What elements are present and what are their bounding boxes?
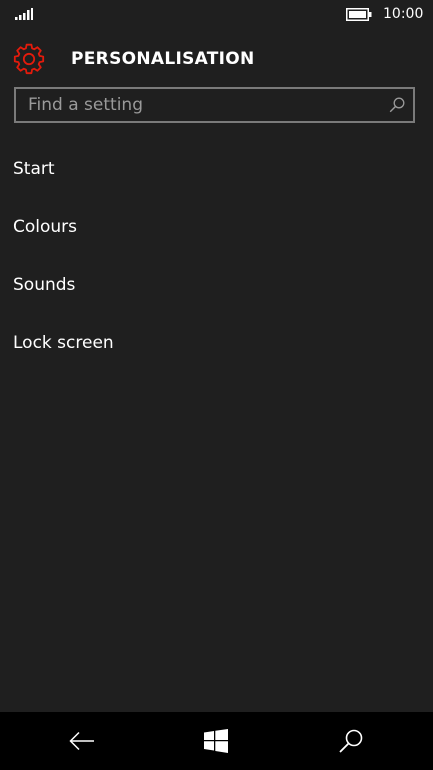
- signal-bars-icon: [15, 8, 33, 20]
- back-arrow-icon: [69, 731, 94, 751]
- navigation-bar: [0, 712, 433, 770]
- settings-item-lock-screen[interactable]: Lock screen: [0, 314, 433, 372]
- back-button[interactable]: [52, 712, 112, 770]
- search-box[interactable]: [14, 87, 415, 123]
- settings-item-label: Lock screen: [13, 333, 114, 353]
- settings-item-label: Sounds: [13, 275, 76, 295]
- battery-icon: [346, 8, 372, 21]
- clock: 10:00: [383, 6, 424, 22]
- gear-icon: [13, 43, 45, 75]
- settings-item-colours[interactable]: Colours: [0, 198, 433, 256]
- page-title: PERSONALISATION: [71, 49, 255, 69]
- search-icon: [339, 729, 363, 753]
- search-icon[interactable]: [389, 97, 405, 113]
- status-bar: 10:00: [0, 0, 433, 30]
- home-button[interactable]: [186, 712, 246, 770]
- search-input[interactable]: [16, 89, 376, 121]
- page-header: PERSONALISATION: [0, 40, 433, 80]
- settings-item-start[interactable]: Start: [0, 140, 433, 198]
- settings-item-sounds[interactable]: Sounds: [0, 256, 433, 314]
- windows-icon: [204, 729, 228, 753]
- search-button[interactable]: [321, 712, 381, 770]
- settings-item-label: Colours: [13, 217, 78, 237]
- settings-list: Start Colours Sounds Lock screen: [0, 140, 433, 372]
- settings-item-label: Start: [13, 159, 55, 179]
- screen: 10:00 PERSONALISATION Start Colours Soun…: [0, 0, 433, 770]
